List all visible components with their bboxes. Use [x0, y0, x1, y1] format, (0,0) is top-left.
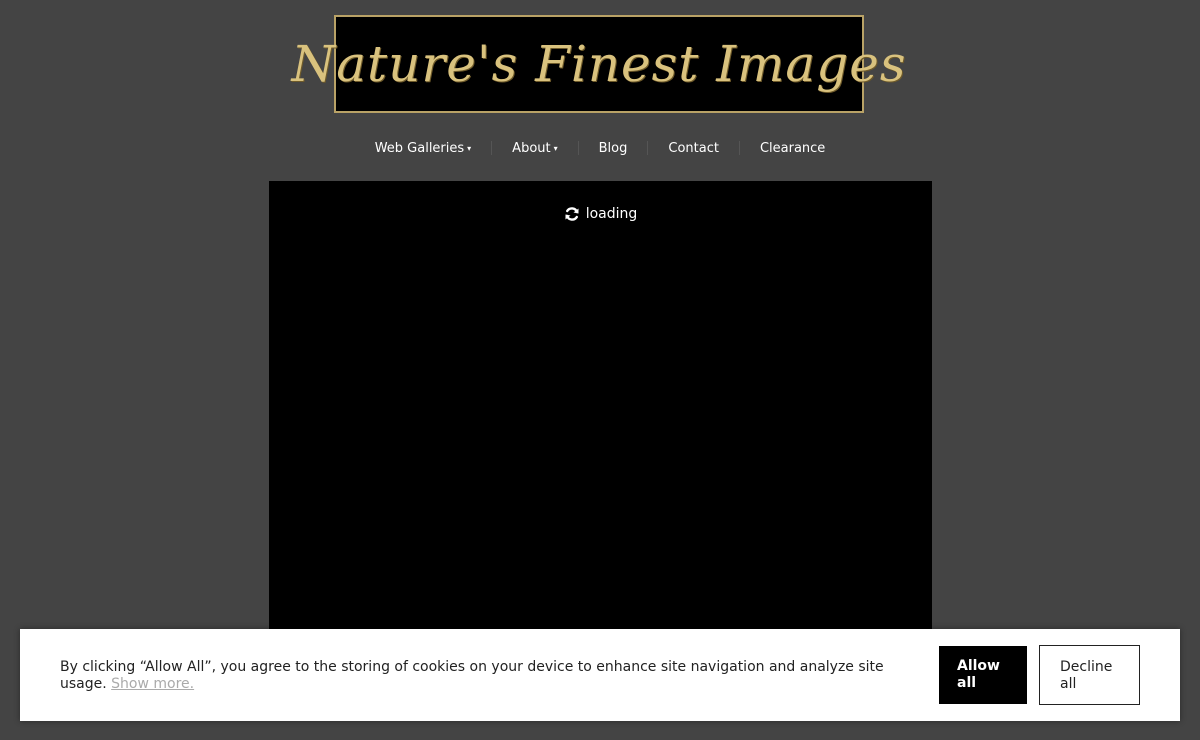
page: Nature's Finest Images Web Galleries ▾ A…	[0, 0, 1200, 740]
nav-item-contact[interactable]: Contact	[668, 141, 719, 156]
loading-indicator: loading	[269, 206, 932, 222]
decline-all-button[interactable]: Decline all	[1039, 645, 1140, 705]
nav-item-label: Clearance	[759, 140, 826, 156]
nav-divider	[577, 141, 579, 155]
cookie-banner: By clicking “Allow All”, you agree to th…	[20, 629, 1180, 721]
nav-item-about[interactable]: About ▾	[512, 141, 557, 156]
loading-text: loading	[585, 206, 638, 222]
nav-item-blog[interactable]: Blog	[599, 141, 628, 156]
refresh-icon	[565, 207, 579, 221]
cookie-message-block: By clicking “Allow All”, you agree to th…	[60, 659, 910, 693]
nav-divider	[738, 141, 740, 155]
nav-divider	[647, 141, 649, 155]
slideshow-viewer[interactable]: loading	[269, 181, 932, 651]
nav-item-label: Contact	[668, 140, 719, 156]
show-more-link[interactable]: Show more.	[111, 676, 194, 692]
site-logo[interactable]: Nature's Finest Images	[292, 15, 906, 113]
logo-text: Nature's Finest Images	[291, 35, 907, 93]
allow-all-button[interactable]: Allow all	[939, 646, 1027, 704]
nav-divider	[491, 141, 493, 155]
nav-item-clearance[interactable]: Clearance	[760, 141, 825, 156]
nav-item-label: Web Galleries	[374, 140, 465, 156]
chevron-down-icon: ▾	[467, 143, 472, 153]
nav-item-web-galleries[interactable]: Web Galleries ▾	[375, 141, 471, 156]
nav-item-label: About	[512, 140, 551, 156]
nav-item-label: Blog	[598, 140, 628, 156]
chevron-down-icon: ▾	[553, 143, 558, 153]
main-nav: Web Galleries ▾ About ▾ Blog Contact Cle…	[0, 134, 1200, 162]
